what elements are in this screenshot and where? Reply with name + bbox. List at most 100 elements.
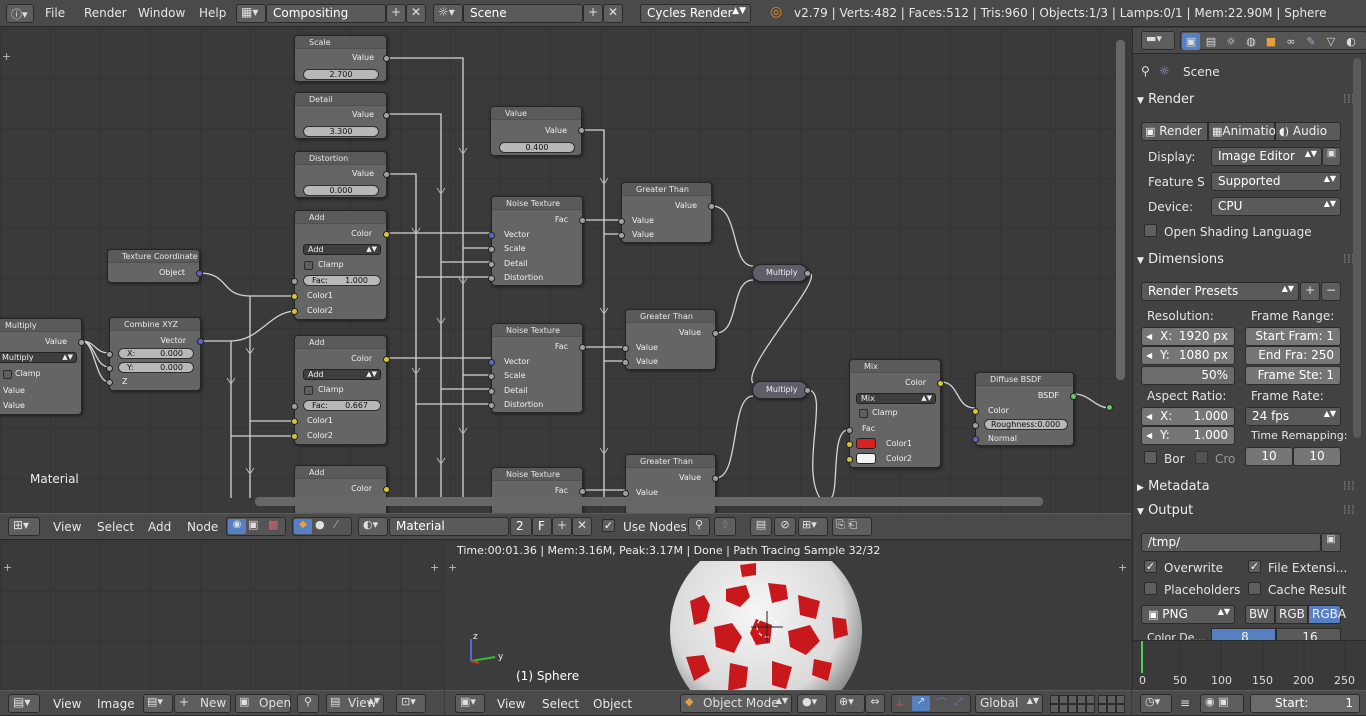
scale-output-socket[interactable] [383, 55, 390, 62]
manipulator-toggle-icon[interactable]: ⇔ [865, 694, 885, 713]
image-menu-view[interactable]: View [53, 697, 81, 711]
render-panel-header[interactable]: ▼ Render ⁞⁞⁞ [1137, 92, 1359, 114]
noise-texture-1-detail-socket[interactable] [488, 261, 495, 268]
add-node-3-output-socket[interactable] [383, 486, 390, 493]
node-editor-type-button[interactable]: ⊞▾ [8, 517, 40, 536]
region-toggle-icon[interactable]: + [2, 50, 11, 63]
frame-rate-select[interactable]: 24 fps ▲▼ [1245, 407, 1341, 426]
add-node-2-clamp-checkbox[interactable] [304, 386, 313, 395]
border-checkbox[interactable] [1144, 451, 1157, 464]
dimensions-panel-header[interactable]: ▼ Dimensions ⁞⁞⁞ [1137, 252, 1359, 274]
new-material-icon[interactable]: + [552, 517, 572, 536]
add-node-1-output-socket[interactable] [383, 231, 390, 238]
diffuse-bsdf-output-socket[interactable] [1070, 393, 1077, 400]
image-editor-region-toggle-right-icon[interactable]: + [430, 561, 439, 574]
remove-scene-icon[interactable]: ✕ [603, 4, 623, 23]
display-lock-icon[interactable]: ▣ [1322, 147, 1341, 166]
translate-manipulator-icon[interactable]: ⟂ [896, 695, 903, 709]
noise-texture-1-fac-socket[interactable] [579, 217, 586, 224]
3d-viewport[interactable]: Time:00:01.36 | Mem:3.16M, Peak:3.17M | … [445, 541, 1131, 690]
render-engine-select[interactable]: Cycles Render ▲▼ [640, 4, 751, 23]
mix-node[interactable]: Mix Color Mix ▲▼ Clamp Fac Color1 Color2 [846, 359, 944, 468]
combine-y-field[interactable]: Y: 0.000 [118, 362, 194, 373]
diffuse-bsdf-color-socket[interactable] [972, 408, 979, 415]
timeline-editor-type-button[interactable]: ◷▾ [1140, 694, 1172, 713]
modifiers-tab-icon[interactable]: ✎ [1302, 33, 1320, 50]
cache-result-checkbox[interactable] [1248, 582, 1261, 595]
node-menu-select[interactable]: Select [97, 520, 134, 534]
noise-texture-2-scale-socket[interactable] [488, 373, 495, 380]
menu-window[interactable]: Window [138, 6, 185, 20]
end-frame-field[interactable]: End Fra: 250 [1245, 346, 1341, 365]
start-frame-field[interactable]: Start Fram: 1 [1245, 327, 1341, 346]
add-node-1-fac-field[interactable]: Fac: 1.000 [303, 275, 381, 286]
node-menu-node[interactable]: Node [187, 520, 218, 534]
add-preset-icon[interactable]: + [1300, 282, 1320, 301]
parent-tree-icon[interactable]: ⇧ [714, 517, 736, 536]
color-depth-8-button[interactable]: 8 [1211, 628, 1276, 640]
object-shader-icon[interactable]: ◆ [294, 519, 312, 534]
diffuse-bsdf-roughness-socket[interactable] [972, 422, 979, 429]
transform-manipulators-group[interactable]: ⟂ ↗ ⌒ ⤢ [891, 694, 971, 713]
output-path-field[interactable]: /tmp/ [1141, 533, 1321, 552]
shader-type-group[interactable]: ◆ ● ⁄ [292, 517, 352, 536]
multiply-math-operation-select[interactable]: Multiply ▲▼ [0, 352, 77, 363]
multiply-math-clamp-checkbox[interactable] [3, 370, 12, 379]
distortion-value-field[interactable]: 0.000 [303, 185, 379, 196]
noise-texture-1-vector-socket[interactable] [488, 232, 495, 239]
feature-set-select[interactable]: Supported ▲▼ [1211, 172, 1341, 191]
combine-z-socket[interactable] [106, 379, 113, 386]
add-node-1-clamp-checkbox[interactable] [304, 261, 313, 270]
mix-node-color1-swatch[interactable] [856, 438, 876, 449]
color-depth-16-button[interactable]: 16 [1276, 628, 1341, 640]
pin-icon[interactable]: ⚲ [688, 517, 710, 536]
image-editor-type-button[interactable]: ▤▾ [8, 694, 40, 713]
properties-editor-type-button[interactable]: ▬▾ [1141, 31, 1175, 50]
render-animation-button[interactable]: ▦Animatio [1208, 122, 1276, 141]
use-nodes-checkbox[interactable]: ✓ [602, 519, 615, 532]
noise-texture-1-distortion-socket[interactable] [488, 275, 495, 282]
color-rgba-button[interactable]: RGBA [1308, 605, 1346, 624]
scale-manipulator-icon[interactable]: ⤢ [954, 695, 963, 709]
noise-texture-node-3[interactable]: Noise Texture Fac [491, 467, 586, 513]
image-browse-icon[interactable]: ▤▾ [143, 694, 173, 713]
diffuse-bsdf-normal-socket[interactable] [972, 436, 979, 443]
diffuse-roughness-field[interactable]: Roughness:0.000 [984, 419, 1068, 430]
image-editor-region-toggle-icon[interactable]: + [3, 561, 12, 574]
scale-node[interactable]: Scale Value 2.700 [294, 35, 390, 82]
snap-element-icon[interactable]: ⊘ [774, 517, 796, 536]
timeline-start-field[interactable]: Start: 1 [1250, 694, 1360, 713]
new-image-button[interactable]: + New [174, 694, 231, 713]
timeline-menu-icon[interactable]: ≡ [1180, 696, 1190, 710]
material-tab-icon[interactable]: ◐ [1342, 33, 1360, 50]
noise-texture-2-fac-socket[interactable] [579, 344, 586, 351]
menu-render[interactable]: Render [84, 6, 127, 20]
mix-node-color1-socket[interactable] [846, 441, 853, 448]
snap-icon[interactable]: ▤ [750, 517, 772, 536]
image-view-mode-select[interactable]: ▤ View ▲▼ [326, 694, 384, 713]
output-path-browse-icon[interactable]: ▣ [1321, 533, 1341, 552]
menu-help[interactable]: Help [199, 6, 226, 20]
greater-than-2-input1-socket[interactable] [622, 345, 629, 352]
open-image-button[interactable]: ▣ Open [235, 694, 291, 713]
aspect-x-field[interactable]: ◀ X: 1.000 [1141, 407, 1235, 426]
noise-texture-2-vector-socket[interactable] [488, 359, 495, 366]
distortion-output-socket[interactable] [383, 171, 390, 178]
material-name-field[interactable]: Material [389, 517, 509, 536]
noise-texture-node-2[interactable]: Noise Texture Fac Vector Scale Detail Di… [488, 323, 586, 413]
image-pin-icon[interactable]: ⚲ [297, 694, 319, 713]
frame-step-field[interactable]: Frame Ste: 1 [1245, 366, 1341, 385]
viewport-region-toggle-right-icon[interactable]: + [1118, 561, 1127, 574]
viewport-region-toggle-icon[interactable]: + [448, 561, 457, 574]
menu-file[interactable]: File [45, 6, 65, 20]
viewport-editor-type-button[interactable]: ▣▾ [455, 694, 485, 713]
editor-type-button[interactable]: ⓘ▾ [6, 4, 34, 23]
time-remap-old-field[interactable]: 10 [1245, 447, 1293, 466]
viewport-menu-object[interactable]: Object [593, 697, 632, 711]
scene-field[interactable]: Scene [463, 4, 583, 23]
multiply-collapsed-1-output-socket[interactable] [804, 270, 811, 277]
value-value-field[interactable]: 0.400 [499, 142, 575, 153]
resolution-y-field[interactable]: ◀ Y: 1080 px [1141, 346, 1235, 365]
add-node-2-blend-select[interactable]: Add ▲▼ [303, 369, 381, 380]
noise-texture-1-scale-socket[interactable] [488, 246, 495, 253]
